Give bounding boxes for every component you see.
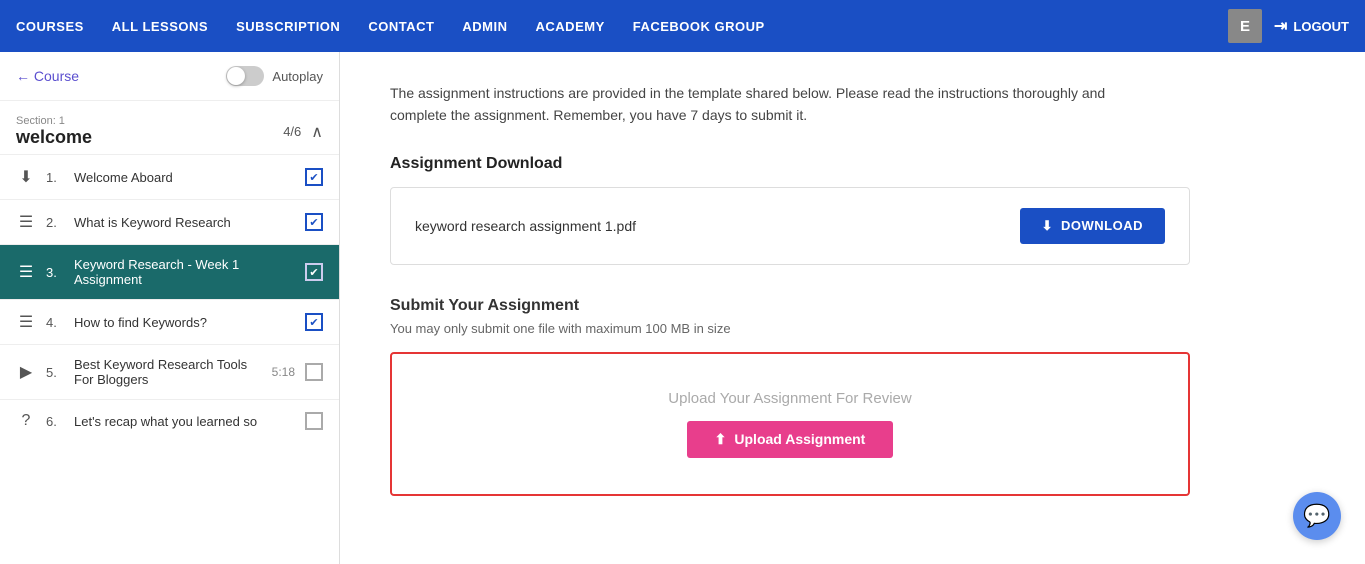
lesson-title: Best Keyword Research Tools For Bloggers — [74, 357, 262, 387]
logout-label: LOGOUT — [1293, 19, 1349, 34]
lesson-title: What is Keyword Research — [74, 215, 295, 230]
navbar: COURSES ALL LESSONS SUBSCRIPTION CONTACT ADM… — [0, 0, 1365, 52]
lesson-number: 6. — [46, 414, 64, 429]
nav-item-admin[interactable]: ADMIN — [462, 19, 507, 34]
lesson-item[interactable]: ⬇ 1. Welcome Aboard ✔ — [0, 154, 339, 199]
lesson-type-icon: ▶ — [16, 362, 36, 382]
lesson-type-icon: ☰ — [16, 212, 36, 232]
download-heading: Assignment Download — [390, 155, 1315, 173]
sidebar: ← Course Autoplay Section: 1 welcome 4/6… — [0, 52, 340, 564]
download-btn-label: DOWNLOAD — [1061, 218, 1143, 233]
lesson-checkbox[interactable]: ✔ — [305, 263, 323, 281]
lesson-list: ⬇ 1. Welcome Aboard ✔ ☰ 2. What is Keyword Res… — [0, 154, 339, 442]
nav-item-contact[interactable]: CONTACT — [368, 19, 434, 34]
lesson-checkbox[interactable] — [305, 363, 323, 381]
nav-item-courses[interactable]: COURSES — [16, 19, 84, 34]
toggle-thumb — [227, 67, 245, 85]
lesson-item[interactable]: ? 6. Let's recap what you learned so — [0, 399, 339, 442]
lesson-type-icon: ☰ — [16, 312, 36, 332]
section-info: Section: 1 welcome — [16, 115, 92, 148]
chat-bubble[interactable]: 💬 — [1293, 492, 1341, 540]
download-icon: ⬇ — [1042, 218, 1053, 234]
lesson-item[interactable]: ☰ 2. What is Keyword Research ✔ — [0, 199, 339, 244]
sidebar-top: ← Course Autoplay — [0, 52, 339, 101]
lesson-checkbox[interactable] — [305, 412, 323, 430]
section-label: Section: 1 — [16, 115, 92, 127]
lesson-duration: 5:18 — [272, 365, 295, 379]
lesson-item[interactable]: ☰ 4. How to find Keywords? ✔ — [0, 299, 339, 344]
upload-box[interactable]: Upload Your Assignment For Review ⬆ Uplo… — [390, 352, 1190, 496]
upload-icon: ⬆ — [715, 431, 727, 448]
lesson-item[interactable]: ☰ 3. Keyword Research - Week 1 Assignment ✔ — [0, 244, 339, 299]
chat-icon: 💬 — [1303, 503, 1330, 529]
lesson-checkbox[interactable]: ✔ — [305, 213, 323, 231]
upload-button[interactable]: ⬆ Upload Assignment — [687, 421, 894, 458]
section-header: Section: 1 welcome 4/6 ∧ — [0, 101, 339, 154]
lesson-number: 3. — [46, 265, 64, 280]
nav-item-subscription[interactable]: SUBSCRIPTION — [236, 19, 340, 34]
lesson-checkbox[interactable]: ✔ — [305, 168, 323, 186]
lesson-number: 5. — [46, 365, 64, 380]
instruction-text: The assignment instructions are provided… — [390, 82, 1150, 127]
main-layout: ← Course Autoplay Section: 1 welcome 4/6… — [0, 52, 1365, 564]
logout-icon: ⇥ — [1274, 16, 1287, 36]
lesson-title: How to find Keywords? — [74, 315, 295, 330]
content-area: The assignment instructions are provided… — [340, 52, 1365, 564]
upload-btn-label: Upload Assignment — [734, 431, 865, 447]
collapse-icon[interactable]: ∧ — [311, 122, 323, 142]
lesson-title: Let's recap what you learned so — [74, 414, 295, 429]
nav-right: E ⇥ LOGOUT — [1228, 9, 1349, 43]
section-title: welcome — [16, 127, 92, 148]
lesson-item[interactable]: ▶ 5. Best Keyword Research Tools For Blogg… — [0, 344, 339, 399]
course-back-link[interactable]: ← Course — [16, 68, 79, 84]
lesson-number: 4. — [46, 315, 64, 330]
toggle-track[interactable] — [226, 66, 264, 86]
lesson-number: 1. — [46, 170, 64, 185]
nav-item-academy[interactable]: ACADEMY — [536, 19, 605, 34]
download-filename: keyword research assignment 1.pdf — [415, 218, 636, 234]
lesson-type-icon: ☰ — [16, 262, 36, 282]
lesson-checkbox[interactable]: ✔ — [305, 313, 323, 331]
lesson-title: Keyword Research - Week 1 Assignment — [74, 257, 295, 287]
autoplay-toggle[interactable]: Autoplay — [226, 66, 323, 86]
submit-subtext: You may only submit one file with maximu… — [390, 321, 1315, 336]
nav-items: COURSES ALL LESSONS SUBSCRIPTION CONTACT ADM… — [16, 19, 1228, 34]
submit-heading: Submit Your Assignment — [390, 297, 1315, 315]
logout-button[interactable]: ⇥ LOGOUT — [1274, 16, 1349, 36]
lesson-type-icon: ? — [16, 412, 36, 430]
lesson-type-icon: ⬇ — [16, 167, 36, 187]
autoplay-label: Autoplay — [272, 69, 323, 84]
lesson-number: 2. — [46, 215, 64, 230]
upload-prompt: Upload Your Assignment For Review — [668, 390, 911, 407]
download-box: keyword research assignment 1.pdf ⬇ DOWN… — [390, 187, 1190, 265]
lesson-title: Welcome Aboard — [74, 170, 295, 185]
section-count: 4/6 — [283, 124, 301, 139]
avatar: E — [1228, 9, 1262, 43]
nav-item-all-lessons[interactable]: ALL LESSONS — [112, 19, 208, 34]
nav-item-facebook-group[interactable]: FACEBOOK GROUP — [633, 19, 765, 34]
download-button[interactable]: ⬇ DOWNLOAD — [1020, 208, 1165, 244]
